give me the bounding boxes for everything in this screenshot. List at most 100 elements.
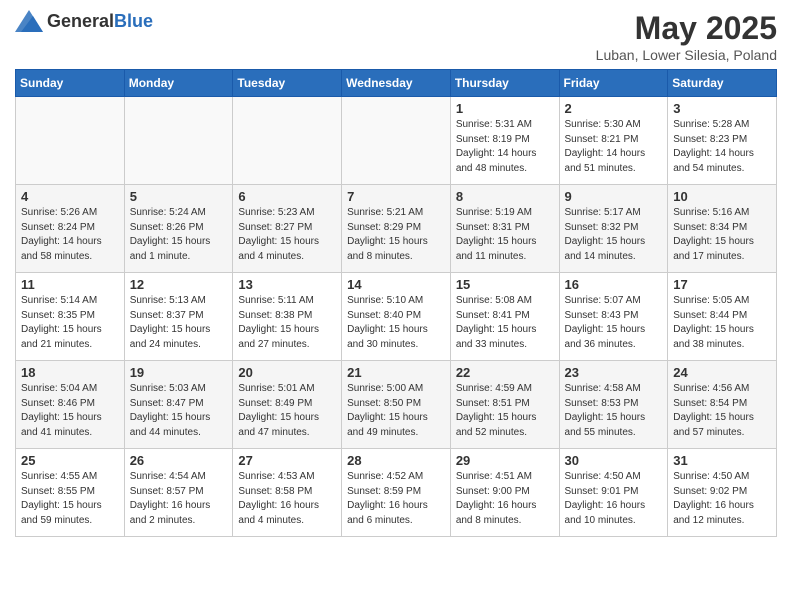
logo-text: GeneralBlue — [47, 11, 153, 32]
calendar-cell: 28 Sunrise: 4:52 AM Sunset: 8:59 PM Dayli… — [342, 449, 451, 537]
page-header: GeneralBlue May 2025 Luban, Lower Silesi… — [15, 10, 777, 63]
calendar-cell: 29 Sunrise: 4:51 AM Sunset: 9:00 PM Dayli… — [450, 449, 559, 537]
calendar-week-row: 25 Sunrise: 4:55 AM Sunset: 8:55 PM Dayli… — [16, 449, 777, 537]
day-of-week-header: Sunday — [16, 70, 125, 97]
day-info: Sunrise: 5:00 AM Sunset: 8:50 PM Dayligh… — [347, 382, 445, 440]
calendar-cell — [342, 97, 451, 185]
calendar-cell: 7Sunrise: 5:21 AM Sunset: 8:29 PM Daylig… — [342, 185, 451, 273]
day-number: 9 — [565, 189, 663, 204]
day-number: 10 — [673, 189, 771, 204]
logo-blue: Blue — [114, 11, 153, 31]
day-number: 17 — [673, 277, 771, 292]
day-number: 2 — [565, 101, 663, 116]
day-info: Sunrise: 5:04 AM Sunset: 8:46 PM Dayligh… — [21, 382, 119, 440]
calendar-week-row: 4 Sunrise: 5:26 AM Sunset: 8:24 PM Daylig… — [16, 185, 777, 273]
day-number: 24 — [673, 365, 771, 380]
day-info: Sunrise: 5:01 AM Sunset: 8:49 PM Dayligh… — [238, 382, 336, 440]
day-info: Sunrise: 5:24 AM Sunset: 8:26 PM Dayligh… — [130, 206, 228, 264]
calendar-cell: 31Sunrise: 4:50 AM Sunset: 9:02 PM Dayli… — [668, 449, 777, 537]
day-info: Sunrise: 4:55 AM Sunset: 8:55 PM Dayligh… — [21, 470, 119, 528]
calendar-cell: 10Sunrise: 5:16 AM Sunset: 8:34 PM Dayli… — [668, 185, 777, 273]
calendar-cell: 3 Sunrise: 5:28 AM Sunset: 8:23 PM Daylig… — [668, 97, 777, 185]
day-info: Sunrise: 5:21 AM Sunset: 8:29 PM Dayligh… — [347, 206, 445, 264]
day-info: Sunrise: 5:08 AM Sunset: 8:41 PM Dayligh… — [456, 294, 554, 352]
calendar-cell — [233, 97, 342, 185]
day-info: Sunrise: 5:19 AM Sunset: 8:31 PM Dayligh… — [456, 206, 554, 264]
calendar-cell: 8 Sunrise: 5:19 AM Sunset: 8:31 PM Daylig… — [450, 185, 559, 273]
day-number: 23 — [565, 365, 663, 380]
calendar-cell: 1Sunrise: 5:31 AM Sunset: 8:19 PM Daylig… — [450, 97, 559, 185]
day-number: 30 — [565, 453, 663, 468]
calendar-week-row: 18 Sunrise: 5:04 AM Sunset: 8:46 PM Dayli… — [16, 361, 777, 449]
calendar-cell: 24 Sunrise: 4:56 AM Sunset: 8:54 PM Dayli… — [668, 361, 777, 449]
day-number: 22 — [456, 365, 554, 380]
calendar-cell: 27 Sunrise: 4:53 AM Sunset: 8:58 PM Dayli… — [233, 449, 342, 537]
day-number: 21 — [347, 365, 445, 380]
calendar-cell — [16, 97, 125, 185]
day-info: Sunrise: 5:28 AM Sunset: 8:23 PM Dayligh… — [673, 118, 771, 176]
calendar-body: 1Sunrise: 5:31 AM Sunset: 8:19 PM Daylig… — [16, 97, 777, 537]
calendar-cell: 9Sunrise: 5:17 AM Sunset: 8:32 PM Daylig… — [559, 185, 668, 273]
calendar-cell: 18 Sunrise: 5:04 AM Sunset: 8:46 PM Dayli… — [16, 361, 125, 449]
calendar-cell: 21 Sunrise: 5:00 AM Sunset: 8:50 PM Dayli… — [342, 361, 451, 449]
day-number: 28 — [347, 453, 445, 468]
day-info: Sunrise: 5:26 AM Sunset: 8:24 PM Dayligh… — [21, 206, 119, 264]
calendar-cell: 15Sunrise: 5:08 AM Sunset: 8:41 PM Dayli… — [450, 273, 559, 361]
day-info: Sunrise: 5:30 AM Sunset: 8:21 PM Dayligh… — [565, 118, 663, 176]
calendar-cell: 23 Sunrise: 4:58 AM Sunset: 8:53 PM Dayli… — [559, 361, 668, 449]
calendar-cell: 30 Sunrise: 4:50 AM Sunset: 9:01 PM Dayli… — [559, 449, 668, 537]
calendar-week-row: 1Sunrise: 5:31 AM Sunset: 8:19 PM Daylig… — [16, 97, 777, 185]
day-number: 5 — [130, 189, 228, 204]
logo-general: General — [47, 11, 114, 31]
calendar-cell: 20 Sunrise: 5:01 AM Sunset: 8:49 PM Dayli… — [233, 361, 342, 449]
calendar-cell: 22 Sunrise: 4:59 AM Sunset: 8:51 PM Dayli… — [450, 361, 559, 449]
calendar-cell: 26Sunrise: 4:54 AM Sunset: 8:57 PM Dayli… — [124, 449, 233, 537]
calendar-cell: 16Sunrise: 5:07 AM Sunset: 8:43 PM Dayli… — [559, 273, 668, 361]
calendar-cell: 19Sunrise: 5:03 AM Sunset: 8:47 PM Dayli… — [124, 361, 233, 449]
day-number: 16 — [565, 277, 663, 292]
location-title: Luban, Lower Silesia, Poland — [596, 47, 777, 63]
day-info: Sunrise: 4:58 AM Sunset: 8:53 PM Dayligh… — [565, 382, 663, 440]
day-info: Sunrise: 5:05 AM Sunset: 8:44 PM Dayligh… — [673, 294, 771, 352]
title-block: May 2025 Luban, Lower Silesia, Poland — [596, 10, 777, 63]
day-info: Sunrise: 5:31 AM Sunset: 8:19 PM Dayligh… — [456, 118, 554, 176]
day-number: 19 — [130, 365, 228, 380]
calendar-table: SundayMondayTuesdayWednesdayThursdayFrid… — [15, 69, 777, 537]
logo: GeneralBlue — [15, 10, 153, 32]
day-of-week-header: Monday — [124, 70, 233, 97]
day-info: Sunrise: 4:56 AM Sunset: 8:54 PM Dayligh… — [673, 382, 771, 440]
day-of-week-header: Wednesday — [342, 70, 451, 97]
day-info: Sunrise: 4:50 AM Sunset: 9:01 PM Dayligh… — [565, 470, 663, 528]
calendar-cell: 4 Sunrise: 5:26 AM Sunset: 8:24 PM Daylig… — [16, 185, 125, 273]
day-number: 11 — [21, 277, 119, 292]
day-number: 4 — [21, 189, 119, 204]
calendar-cell — [124, 97, 233, 185]
day-of-week-header: Thursday — [450, 70, 559, 97]
calendar-cell: 13Sunrise: 5:11 AM Sunset: 8:38 PM Dayli… — [233, 273, 342, 361]
day-of-week-header: Saturday — [668, 70, 777, 97]
day-number: 12 — [130, 277, 228, 292]
day-info: Sunrise: 5:23 AM Sunset: 8:27 PM Dayligh… — [238, 206, 336, 264]
day-number: 14 — [347, 277, 445, 292]
day-number: 8 — [456, 189, 554, 204]
day-info: Sunrise: 4:59 AM Sunset: 8:51 PM Dayligh… — [456, 382, 554, 440]
calendar-week-row: 11Sunrise: 5:14 AM Sunset: 8:35 PM Dayli… — [16, 273, 777, 361]
day-number: 3 — [673, 101, 771, 116]
day-number: 27 — [238, 453, 336, 468]
day-number: 29 — [456, 453, 554, 468]
calendar-cell: 14 Sunrise: 5:10 AM Sunset: 8:40 PM Dayli… — [342, 273, 451, 361]
day-info: Sunrise: 4:53 AM Sunset: 8:58 PM Dayligh… — [238, 470, 336, 528]
day-info: Sunrise: 4:52 AM Sunset: 8:59 PM Dayligh… — [347, 470, 445, 528]
day-number: 20 — [238, 365, 336, 380]
calendar-cell: 2 Sunrise: 5:30 AM Sunset: 8:21 PM Daylig… — [559, 97, 668, 185]
month-title: May 2025 — [596, 10, 777, 47]
day-info: Sunrise: 4:51 AM Sunset: 9:00 PM Dayligh… — [456, 470, 554, 528]
day-number: 26 — [130, 453, 228, 468]
day-number: 31 — [673, 453, 771, 468]
calendar-header-row: SundayMondayTuesdayWednesdayThursdayFrid… — [16, 70, 777, 97]
logo-icon — [15, 10, 43, 32]
day-info: Sunrise: 5:10 AM Sunset: 8:40 PM Dayligh… — [347, 294, 445, 352]
day-number: 6 — [238, 189, 336, 204]
day-number: 25 — [21, 453, 119, 468]
day-number: 18 — [21, 365, 119, 380]
